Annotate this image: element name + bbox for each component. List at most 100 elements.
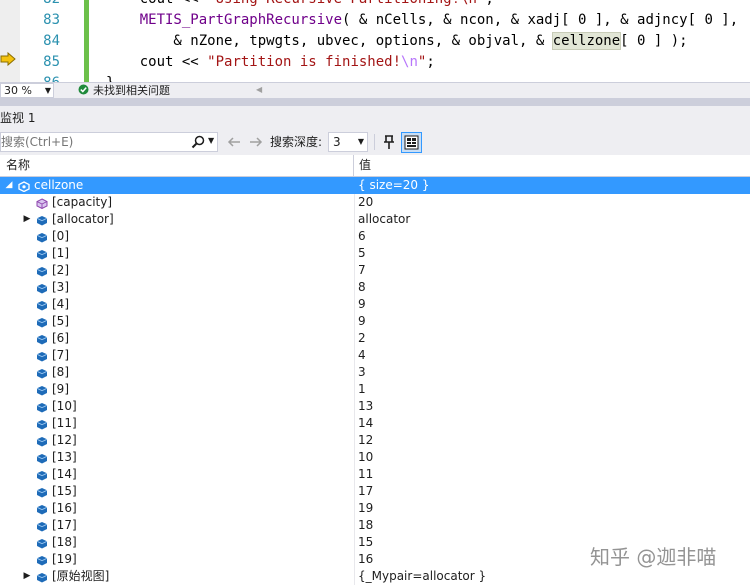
watch-row-value[interactable]: { size=20 } [358, 177, 430, 194]
column-divider [354, 262, 355, 279]
watch-row[interactable]: [12] 12 [0, 432, 750, 449]
column-header-value[interactable]: 值 [354, 155, 371, 176]
watch-row[interactable]: [6] 2 [0, 330, 750, 347]
watch-row[interactable]: ▶ [allocator] allocator [0, 211, 750, 228]
search-depth-dropdown[interactable]: 3 ▼ [328, 132, 368, 152]
search-previous-arrow-icon[interactable] [226, 134, 242, 150]
code-editor[interactable]: 82 83 84 85 86 cout << "Using Recursive Part… [0, 0, 750, 82]
column-divider [354, 398, 355, 415]
watch-row[interactable]: ▶ [原始视图] {_Mypair=allocator } [0, 568, 750, 585]
watch-row-value[interactable]: 15 [358, 534, 373, 551]
watch-row-value[interactable]: allocator [358, 211, 410, 228]
watch-row-value[interactable]: 4 [358, 347, 366, 364]
watch-row-value[interactable]: 11 [358, 466, 373, 483]
field-icon [36, 299, 48, 311]
watch-row-value[interactable]: 18 [358, 517, 373, 534]
search-next-arrow-icon[interactable] [248, 134, 264, 150]
zoom-value: 30 % [4, 84, 32, 97]
watch-row-value[interactable]: 1 [358, 381, 366, 398]
column-divider [354, 330, 355, 347]
scroll-left-icon[interactable]: ◀ [256, 85, 262, 94]
watch-row[interactable]: [11] 14 [0, 415, 750, 432]
watch-row[interactable]: [14] 11 [0, 466, 750, 483]
expand-arrow-icon[interactable]: ▶ [22, 568, 32, 585]
column-divider [354, 449, 355, 466]
field-icon [36, 367, 48, 379]
watch-row-name: [原始视图] [52, 569, 110, 583]
code-token: [ 0 ] ); [620, 33, 688, 49]
watch-row-value[interactable]: 13 [358, 398, 373, 415]
watch-row[interactable]: [7] 4 [0, 347, 750, 364]
watermark: 知乎 @迦非喵 [590, 545, 717, 569]
watch-row[interactable]: [1] 5 [0, 245, 750, 262]
watch-row-name: [9] [52, 382, 69, 396]
code-line: cout << "Partition is finished!\n"; [106, 52, 435, 73]
watch-row[interactable]: [9] 1 [0, 381, 750, 398]
column-divider [354, 194, 355, 211]
search-box[interactable]: ▼ [0, 132, 218, 152]
watch-row-value[interactable]: 20 [358, 194, 373, 211]
column-divider [354, 364, 355, 381]
code-token: ; [485, 0, 493, 7]
hexadecimal-display-button[interactable] [401, 132, 422, 153]
watch-row-value[interactable]: 8 [358, 279, 366, 296]
watch-row-value[interactable]: 16 [358, 551, 373, 568]
watch-row-value[interactable]: 10 [358, 449, 373, 466]
watch-row[interactable]: [5] 9 [0, 313, 750, 330]
watch-row[interactable]: [15] 17 [0, 483, 750, 500]
column-divider [354, 245, 355, 262]
watch-row[interactable]: [3] 8 [0, 279, 750, 296]
watch-row-name: [10] [52, 399, 77, 413]
panel-splitter[interactable] [0, 99, 750, 106]
watch-row-value[interactable]: 17 [358, 483, 373, 500]
field-icon [36, 401, 48, 413]
watch-row-value[interactable]: 14 [358, 415, 373, 432]
watch-row-name: [13] [52, 450, 77, 464]
watch-row-name: [18] [52, 535, 77, 549]
field-icon [36, 452, 48, 464]
watch-row[interactable]: [16] 19 [0, 500, 750, 517]
pin-icon[interactable] [380, 133, 398, 151]
watch-row[interactable]: [17] 18 [0, 517, 750, 534]
watch-row-name: [7] [52, 348, 69, 362]
field-icon [36, 520, 48, 532]
watch-row-name: [16] [52, 501, 77, 515]
collapse-arrow-icon[interactable]: ◢ [4, 177, 14, 194]
watch-row-value[interactable]: {_Mypair=allocator } [358, 568, 486, 585]
watch-grid-rows: ◢ cellzone { size=20 } [capacity] 20 ▶ [alloca… [0, 177, 750, 586]
code-token: "Partition is finished! [207, 54, 402, 70]
issues-indicator[interactable]: 未找到相关问题 [78, 83, 170, 98]
zoom-dropdown[interactable]: 30 % ▼ [0, 83, 54, 98]
watch-row-value[interactable]: 2 [358, 330, 366, 347]
watch-row[interactable]: [2] 7 [0, 262, 750, 279]
watch-row-value[interactable]: 5 [358, 245, 366, 262]
watch-row[interactable]: ◢ cellzone { size=20 } [0, 177, 750, 194]
column-divider [354, 228, 355, 245]
watch-row[interactable]: [capacity] 20 [0, 194, 750, 211]
field-icon [36, 214, 48, 226]
watch-row[interactable]: [4] 9 [0, 296, 750, 313]
watch-row[interactable]: [13] 10 [0, 449, 750, 466]
column-header-name[interactable]: 名称 [0, 155, 354, 176]
watch-row[interactable]: [8] 3 [0, 364, 750, 381]
search-depth-label: 搜索深度: [270, 135, 323, 149]
code-token: cout << [106, 54, 208, 70]
column-divider [354, 568, 355, 585]
watch-row-value[interactable]: 3 [358, 364, 366, 381]
watch-row-value[interactable]: 12 [358, 432, 373, 449]
watch-row-value[interactable]: 19 [358, 500, 373, 517]
search-input[interactable] [1, 133, 189, 151]
field-icon [36, 503, 48, 515]
code-token: & nZone, tpwgts, ubvec, options, & objva… [106, 33, 553, 49]
column-divider [354, 296, 355, 313]
field-icon [36, 554, 48, 566]
expand-arrow-icon[interactable]: ▶ [22, 211, 32, 228]
watch-row[interactable]: [0] 6 [0, 228, 750, 245]
search-options-chevron-icon[interactable]: ▼ [208, 136, 214, 145]
watch-row[interactable]: [10] 13 [0, 398, 750, 415]
watch-row-value[interactable]: 9 [358, 313, 366, 330]
watch-row-value[interactable]: 9 [358, 296, 366, 313]
watch-row-value[interactable]: 7 [358, 262, 366, 279]
search-icon[interactable] [191, 135, 205, 149]
watch-row-value[interactable]: 6 [358, 228, 366, 245]
